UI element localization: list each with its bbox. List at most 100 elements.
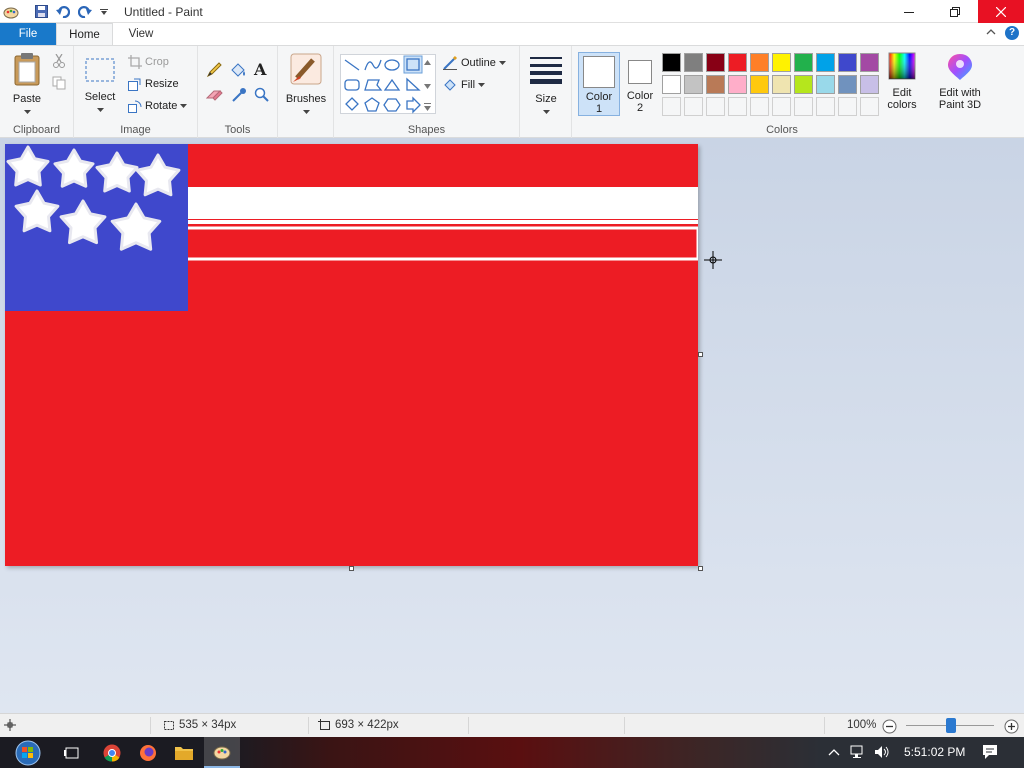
- palette-swatch[interactable]: [794, 75, 813, 94]
- size-button[interactable]: Size: [526, 54, 566, 117]
- palette-swatch[interactable]: [772, 97, 791, 116]
- palette-swatch[interactable]: [728, 53, 747, 72]
- collapse-ribbon-icon[interactable]: [986, 27, 996, 39]
- palette-swatch[interactable]: [838, 53, 857, 72]
- palette-swatch[interactable]: [838, 97, 857, 116]
- palette-swatch[interactable]: [684, 75, 703, 94]
- shapes-gallery[interactable]: [340, 54, 436, 114]
- cut-icon[interactable]: [52, 53, 66, 71]
- paste-button[interactable]: Paste: [6, 52, 48, 117]
- palette-swatch[interactable]: [684, 53, 703, 72]
- chrome-taskbar-button[interactable]: [94, 737, 130, 768]
- rotate-button[interactable]: Rotate: [128, 99, 188, 113]
- rounded-rectangle-shape-icon[interactable]: [344, 79, 360, 91]
- palette-swatch[interactable]: [816, 53, 835, 72]
- color1-button[interactable]: Color 1: [578, 52, 620, 116]
- color2-button[interactable]: Color 2: [622, 52, 658, 116]
- palette-swatch[interactable]: [750, 75, 769, 94]
- shapes-scroll-down-icon[interactable]: [424, 80, 431, 92]
- triangle-shape-icon[interactable]: [383, 78, 401, 91]
- file-explorer-taskbar-button[interactable]: [166, 737, 202, 768]
- firefox-taskbar-button[interactable]: [130, 737, 166, 768]
- palette-swatch[interactable]: [860, 97, 879, 116]
- edit-colors-button[interactable]: Edit colors: [880, 52, 924, 111]
- magnifier-icon[interactable]: [254, 87, 270, 106]
- palette-swatch[interactable]: [728, 97, 747, 116]
- resize-handle-right[interactable]: [698, 352, 703, 357]
- text-tool-icon[interactable]: A: [254, 60, 266, 79]
- palette-swatch[interactable]: [684, 97, 703, 116]
- tab-view[interactable]: View: [113, 23, 169, 45]
- action-center-icon[interactable]: [982, 744, 998, 763]
- palette-swatch[interactable]: [662, 97, 681, 116]
- shapes-scroll-up-icon[interactable]: [424, 56, 431, 68]
- palette-swatch[interactable]: [706, 97, 725, 116]
- tab-file[interactable]: File: [0, 23, 56, 45]
- show-hidden-icons-icon[interactable]: [828, 747, 840, 759]
- edit-with-paint3d-button[interactable]: Edit with Paint 3D: [930, 52, 990, 111]
- palette-swatch[interactable]: [772, 75, 791, 94]
- redo-icon[interactable]: [76, 3, 94, 20]
- close-button[interactable]: [978, 0, 1024, 23]
- rectangle-shape-icon[interactable]: [403, 55, 423, 74]
- task-view-button[interactable]: [54, 737, 90, 768]
- right-arrow-shape-icon[interactable]: [406, 96, 421, 114]
- customize-quick-access-icon[interactable]: [98, 3, 110, 20]
- palette-swatch[interactable]: [794, 97, 813, 116]
- palette-swatch[interactable]: [662, 53, 681, 72]
- resize-handle-corner[interactable]: [698, 566, 703, 571]
- canvas-area[interactable]: [0, 138, 1024, 713]
- diamond-shape-icon[interactable]: [345, 97, 359, 111]
- taskbar-clock[interactable]: 5:51:02 PM: [904, 745, 965, 759]
- paint-taskbar-button[interactable]: [204, 737, 240, 768]
- palette-swatch[interactable]: [750, 53, 769, 72]
- pencil-icon[interactable]: [206, 62, 222, 81]
- save-icon[interactable]: [32, 3, 50, 20]
- paint-app-icon[interactable]: [2, 3, 20, 20]
- help-icon[interactable]: ?: [1005, 26, 1019, 40]
- drawing-canvas[interactable]: [5, 144, 700, 566]
- eraser-icon[interactable]: [205, 88, 224, 105]
- palette-swatch[interactable]: [750, 97, 769, 116]
- palette-swatch[interactable]: [816, 97, 835, 116]
- fill-button[interactable]: Fill: [442, 77, 486, 93]
- tab-home[interactable]: Home: [56, 23, 113, 45]
- copy-icon[interactable]: [52, 76, 66, 93]
- palette-swatch[interactable]: [772, 53, 791, 72]
- zoom-slider-thumb[interactable]: [946, 718, 956, 733]
- palette-swatch[interactable]: [662, 75, 681, 94]
- volume-icon[interactable]: [874, 745, 890, 762]
- shapes-more-icon[interactable]: [424, 102, 431, 114]
- curve-shape-icon[interactable]: [364, 59, 382, 71]
- palette-swatch[interactable]: [706, 75, 725, 94]
- oval-shape-icon[interactable]: [384, 59, 400, 71]
- polygon-shape-icon[interactable]: [364, 79, 383, 91]
- selection-size: 535 × 34px: [162, 719, 236, 731]
- zoom-out-button[interactable]: [882, 719, 897, 737]
- fill-bucket-icon[interactable]: [229, 62, 247, 81]
- network-icon[interactable]: [850, 745, 866, 762]
- minimize-button[interactable]: [886, 0, 932, 23]
- resize-button[interactable]: Resize: [128, 77, 179, 91]
- select-button[interactable]: Select: [80, 58, 120, 115]
- start-button[interactable]: [8, 737, 48, 768]
- restore-button[interactable]: [932, 0, 978, 23]
- palette-swatch[interactable]: [706, 53, 725, 72]
- zoom-in-button[interactable]: [1004, 719, 1019, 737]
- pentagon-shape-icon[interactable]: [364, 97, 380, 112]
- brushes-button[interactable]: Brushes: [284, 52, 328, 117]
- resize-handle-bottom[interactable]: [349, 566, 354, 571]
- outline-button[interactable]: Outline: [442, 55, 506, 71]
- palette-swatch[interactable]: [816, 75, 835, 94]
- palette-swatch[interactable]: [860, 53, 879, 72]
- right-triangle-shape-icon[interactable]: [406, 77, 421, 91]
- color-picker-icon[interactable]: [231, 87, 247, 106]
- line-shape-icon[interactable]: [344, 59, 360, 71]
- palette-swatch[interactable]: [860, 75, 879, 94]
- palette-swatch[interactable]: [838, 75, 857, 94]
- crop-button[interactable]: Crop: [128, 55, 169, 69]
- palette-swatch[interactable]: [794, 53, 813, 72]
- palette-swatch[interactable]: [728, 75, 747, 94]
- undo-icon[interactable]: [54, 3, 72, 20]
- hexagon-shape-icon[interactable]: [383, 98, 401, 112]
